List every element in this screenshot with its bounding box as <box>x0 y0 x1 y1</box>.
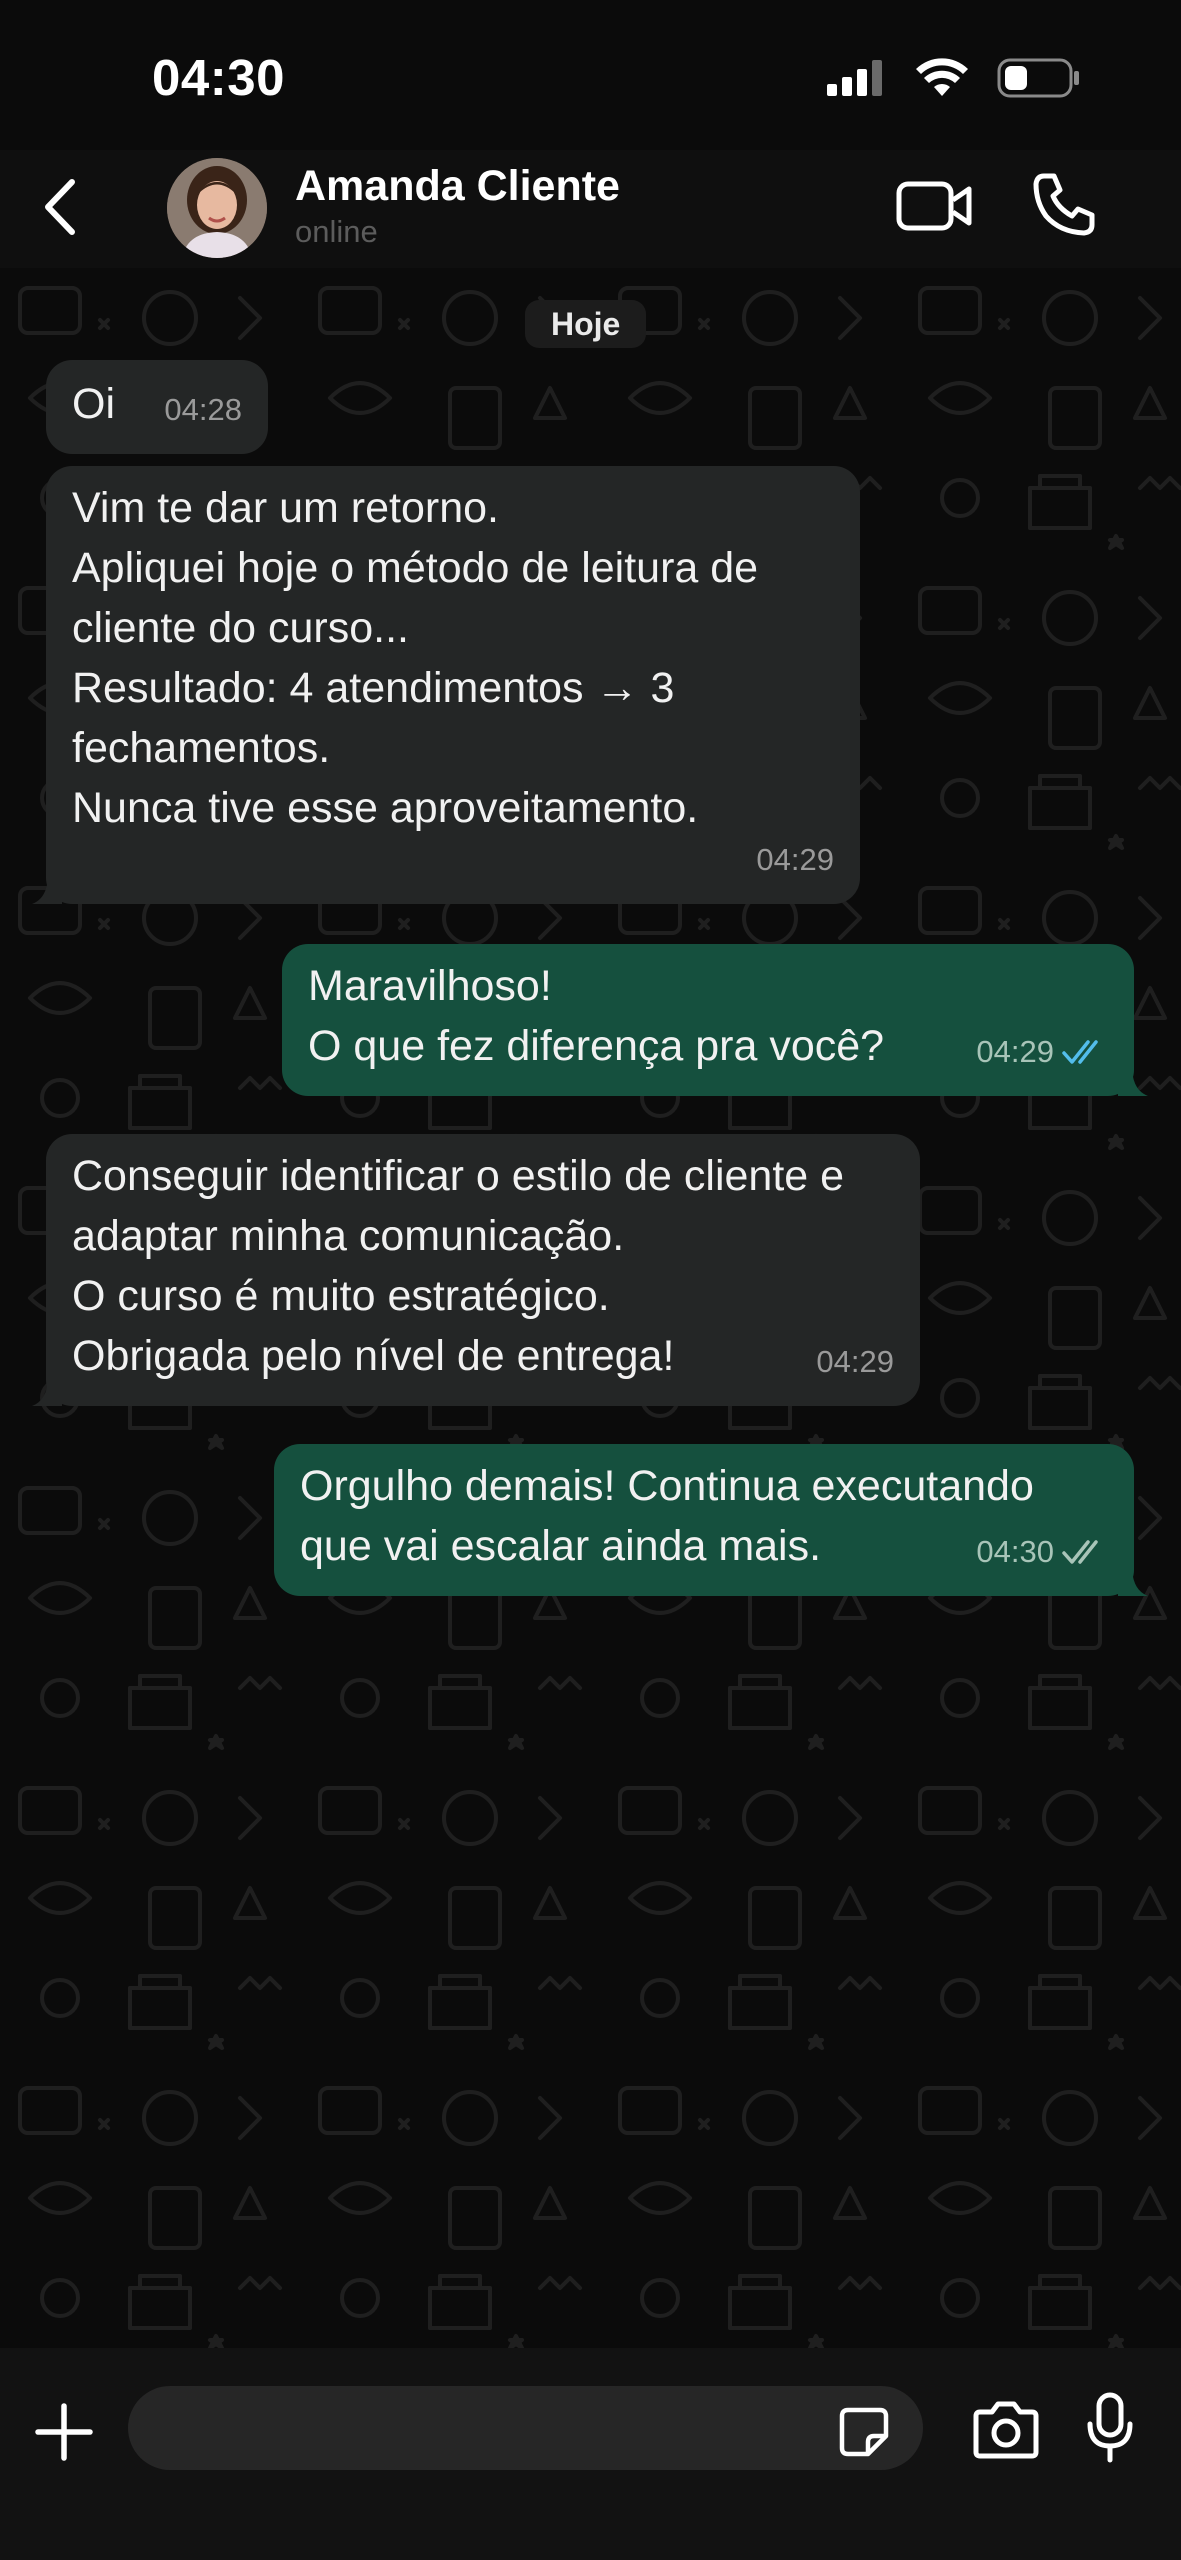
bubble-tail <box>32 874 62 904</box>
message-bubble-outgoing[interactable]: Orgulho demais! Continua executando que … <box>274 1444 1148 1596</box>
message-meta: 04:29 <box>816 1332 894 1392</box>
voice-call-button[interactable] <box>1030 170 1100 240</box>
message-bubble-incoming[interactable]: Vim te dar um retorno. Apliquei hoje o m… <box>32 466 860 904</box>
contact-status: online <box>295 214 378 249</box>
message-meta: 04:30 <box>976 1522 1108 1582</box>
delivered-receipt-icon <box>1062 1540 1098 1564</box>
signal-icon <box>827 60 882 96</box>
attach-button[interactable] <box>32 2400 96 2464</box>
message-text: Conseguir identificar o estilo de client… <box>72 1152 845 1380</box>
input-bar <box>0 2348 1181 2560</box>
message-bubble-incoming[interactable]: Conseguir identificar o estilo de client… <box>32 1134 920 1406</box>
message-text: Vim te dar um retorno. Apliquei hoje o m… <box>72 484 759 832</box>
microphone-button[interactable] <box>1085 2392 1135 2464</box>
back-button[interactable] <box>30 172 90 242</box>
bubble-tail <box>1118 1566 1148 1596</box>
battery-icon <box>997 58 1079 98</box>
message-time: 04:29 <box>816 1344 894 1379</box>
wifi-icon <box>916 58 968 96</box>
chat-header: Amanda Cliente online <box>0 150 1181 268</box>
message-meta: 04:28 <box>164 380 242 440</box>
chevron-left-icon <box>45 179 75 235</box>
bubble-tail <box>1118 1066 1148 1096</box>
message-meta: 04:29 <box>976 1022 1108 1082</box>
video-call-button[interactable] <box>895 176 975 236</box>
camera-icon <box>973 2401 1039 2459</box>
message-time: 04:30 <box>976 1534 1054 1569</box>
contact-name[interactable]: Amanda Cliente <box>295 162 620 211</box>
microphone-icon <box>1087 2392 1133 2463</box>
phone-icon <box>1033 173 1095 236</box>
avatar[interactable] <box>167 158 267 258</box>
message-input[interactable] <box>128 2386 923 2470</box>
bubble-tail <box>32 1376 62 1406</box>
plus-icon <box>35 2403 93 2461</box>
sticker-button[interactable] <box>838 2406 890 2458</box>
video-camera-icon <box>896 181 972 231</box>
message-bubble-outgoing[interactable]: Maravilhoso! O que fez diferença pra voc… <box>282 944 1148 1096</box>
message-meta: 04:29 <box>756 830 834 890</box>
message-time: 04:29 <box>976 1034 1054 1069</box>
sticker-icon <box>839 2407 889 2457</box>
status-time: 04:30 <box>152 49 285 106</box>
read-receipt-icon <box>1062 1040 1098 1064</box>
date-chip: Hoje <box>525 300 647 348</box>
avatar-image <box>167 158 267 258</box>
chat-area[interactable]: Hoje Oi 04:28 Vim te dar um retorno. Apl… <box>0 268 1181 2348</box>
status-bar: 04:30 <box>0 0 1181 150</box>
message-time: 04:29 <box>756 842 834 877</box>
status-icons <box>827 58 1081 98</box>
message-bubble-incoming[interactable]: Oi 04:28 <box>46 360 268 454</box>
message-time: 04:28 <box>164 392 242 427</box>
camera-button[interactable] <box>972 2398 1040 2460</box>
